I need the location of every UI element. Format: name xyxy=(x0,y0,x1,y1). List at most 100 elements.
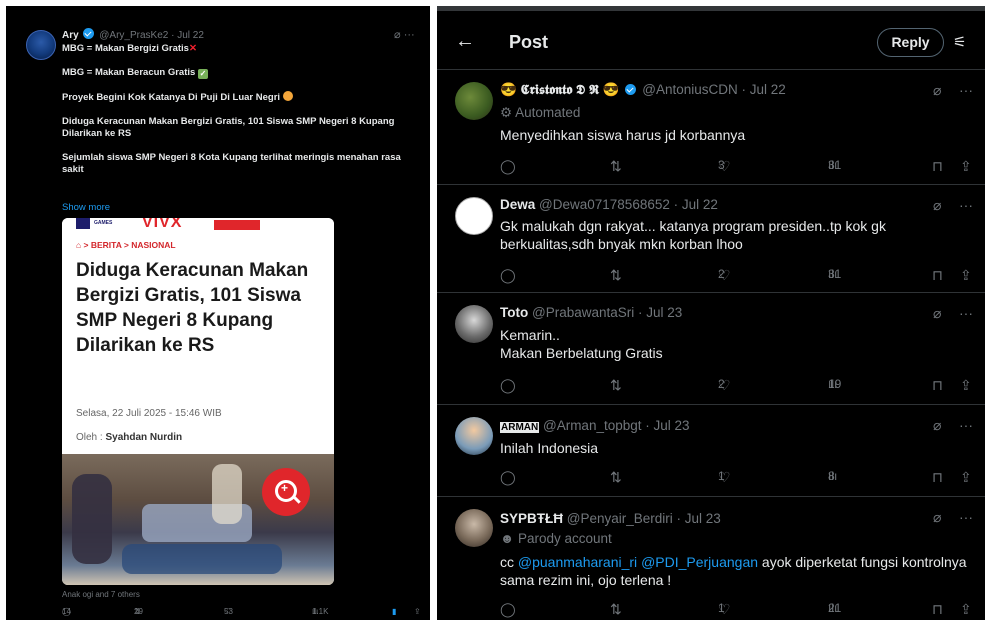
more-icon[interactable]: ··· xyxy=(959,305,973,321)
mention-link[interactable]: @puanmaharani_ri xyxy=(518,554,637,570)
bookmark-icon[interactable]: ⊓ xyxy=(932,469,943,486)
reply-actions: ◯ ⇅ ♡ 1 ılı 21 ⊓ ⇪ xyxy=(500,601,972,618)
reply-actions: ◯ ⇅ ♡ 1 ılı 8 ⊓ ⇪ xyxy=(500,469,972,486)
author-handle[interactable]: @Ary_PrasKe2 · Jul 22 xyxy=(99,30,204,41)
news-banner: GAMES VIVX xyxy=(62,218,334,232)
share-icon[interactable]: ⇪ xyxy=(960,377,972,394)
reply-item[interactable]: ARMAN @Arman_topbgt · Jul 23 ⌀ ··· Inila… xyxy=(437,404,985,496)
check-mark-icon: ✓ xyxy=(197,69,208,79)
grok-icon[interactable]: ⌀ xyxy=(933,197,941,214)
verified-badge-icon xyxy=(625,84,637,95)
display-name[interactable]: ЅΥΡΒŦŁĦ xyxy=(500,511,563,526)
bookmark-icon[interactable]: ⊓ xyxy=(932,267,943,284)
post-line-5: Sejumlah siswa SMP Negeri 8 Kota Kupang … xyxy=(62,152,401,175)
post-header: Ary @Ary_PrasKe2 · Jul 22 xyxy=(62,28,204,41)
avatar[interactable] xyxy=(455,417,493,455)
reply-item[interactable]: 😎 𝕮𝖗𝖎𝖘𝖙𝖔𝖓𝖙𝖔 𝕯 𝕽 😎 @AntoniusCDN · Jul 22 … xyxy=(437,69,985,184)
post-top-actions: ⌀ ··· xyxy=(394,28,415,41)
reply-icon[interactable]: ◯ xyxy=(500,469,516,486)
reply-item[interactable]: Dewa @Dewa07178568652 · Jul 22 ⌀ ··· Gk … xyxy=(437,184,985,292)
repost-icon[interactable]: ⇅ xyxy=(610,267,622,284)
show-more-link[interactable]: Show more xyxy=(62,202,110,213)
avatar[interactable] xyxy=(455,197,493,235)
grok-icon[interactable]: ⌀ xyxy=(933,82,941,99)
reply-text: Kemarin.. Makan Berbelatung Gratis xyxy=(500,327,663,361)
avatar[interactable] xyxy=(455,509,493,547)
share-icon[interactable]: ⇪ xyxy=(960,267,972,284)
brand-logo: VIVX xyxy=(142,218,183,231)
thread-panel: ← Post Reply ⚟ 😎 𝕮𝖗𝖎𝖘𝖙𝖔𝖓𝖙𝖔 𝕯 𝕽 😎 @Antoni… xyxy=(437,6,985,620)
handle[interactable]: @Penyair_Berdiri · Jul 23 xyxy=(567,511,721,526)
repost-icon[interactable]: ⇅ xyxy=(610,469,622,486)
parody-label: Parody account xyxy=(517,531,612,546)
reply-button[interactable]: Reply xyxy=(877,28,944,57)
verified-badge-icon xyxy=(83,28,95,39)
back-arrow-icon[interactable]: ← xyxy=(455,30,475,53)
share-icon[interactable]: ⇪ xyxy=(960,158,972,175)
mention-link[interactable]: @PDI_Perjuangan xyxy=(641,554,758,570)
automated-label: Automated xyxy=(515,105,581,120)
bot-icon: ⚙ xyxy=(500,105,513,120)
reply-text: Inilah Indonesia xyxy=(500,440,599,456)
display-name[interactable]: 😎 𝕮𝖗𝖎𝖘𝖙𝖔𝖓𝖙𝖔 𝕯 𝕽 😎 xyxy=(500,82,620,97)
post-line-1: MBG = Makan Bergizi Gratis xyxy=(62,43,189,54)
bookmark-icon[interactable]: ▮ xyxy=(392,607,396,616)
reply-text: Gk malukah dgn rakyat... katanya program… xyxy=(500,218,886,252)
post-stats: ◯ 14 ⇅ 29 ♡ 53 ılı 1.1K ▮ ⇪ xyxy=(62,607,421,616)
handle[interactable]: @AntoniusCDN · Jul 22 xyxy=(642,82,786,97)
reply-item[interactable]: Toto @PrabawantaSri · Jul 23 ⌀ ··· Kemar… xyxy=(437,292,985,404)
reply-icon[interactable]: ◯ xyxy=(500,601,516,618)
reply-icon[interactable]: ◯ xyxy=(500,377,516,394)
bookmark-icon[interactable]: ⊓ xyxy=(932,158,943,175)
grok-icon[interactable]: ⌀ xyxy=(394,29,401,41)
post-line-4: Diduga Keracunan Makan Bergizi Gratis, 1… xyxy=(62,116,395,139)
brand-games: GAMES xyxy=(94,220,113,226)
bookmark-icon[interactable]: ⊓ xyxy=(932,377,943,394)
cross-mark-icon: ✕ xyxy=(188,43,197,54)
repost-icon[interactable]: ⇅ xyxy=(610,601,622,618)
more-icon[interactable]: ··· xyxy=(959,417,973,433)
grok-icon[interactable]: ⌀ xyxy=(933,417,941,434)
avatar[interactable] xyxy=(455,305,493,343)
article-author: Oleh : Syahdan Nurdin xyxy=(76,432,183,443)
article-headline: Diduga Keracunan Makan Bergizi Gratis, 1… xyxy=(76,260,309,356)
quoted-post-panel: Ary @Ary_PrasKe2 · Jul 22 ⌀ ··· MBG = Ma… xyxy=(6,6,430,620)
author-name[interactable]: Ary xyxy=(62,30,79,41)
share-icon[interactable]: ⇪ xyxy=(960,601,972,618)
handle[interactable]: @PrabawantaSri · Jul 23 xyxy=(532,305,682,320)
news-article-image[interactable]: GAMES VIVX ⌂ > BERITA > NASIONAL Diduga … xyxy=(62,218,334,585)
reply-icon[interactable]: ◯ xyxy=(500,267,516,284)
home-icon: ⌂ xyxy=(76,240,82,250)
grok-icon[interactable]: ⌀ xyxy=(933,305,941,322)
more-icon[interactable]: ··· xyxy=(404,29,415,41)
avatar[interactable] xyxy=(26,30,56,60)
display-name[interactable]: Dewa xyxy=(500,197,535,212)
reply-actions: ◯ ⇅ ♡ 3 ılı 31 ⊓ ⇪ xyxy=(500,158,972,175)
tagged-users[interactable]: Anak ogi and 7 others xyxy=(62,590,140,599)
handle[interactable]: @Arman_topbgt · Jul 23 xyxy=(543,418,690,433)
brand-logo-icon xyxy=(76,218,90,229)
reply-text: Menyedihkan siswa harus jd korbannya xyxy=(500,127,746,143)
repost-icon[interactable]: ⇅ xyxy=(610,377,622,394)
repost-icon[interactable]: ⇅ xyxy=(610,158,622,175)
shrug-emoji-icon xyxy=(282,91,293,101)
more-icon[interactable]: ··· xyxy=(959,82,973,98)
reply-actions: ◯ ⇅ ♡ 2 ılı 31 ⊓ ⇪ xyxy=(500,267,972,284)
article-date: Selasa, 22 Juli 2025 - 15:46 WIB xyxy=(76,408,222,419)
avatar[interactable] xyxy=(455,82,493,120)
zoom-icon[interactable]: + xyxy=(262,468,310,516)
more-icon[interactable]: ··· xyxy=(959,197,973,213)
reply-item[interactable]: ЅΥΡΒŦŁĦ @Penyair_Berdiri · Jul 23 ⌀ ··· … xyxy=(437,496,985,620)
share-icon[interactable]: ⇪ xyxy=(414,607,421,616)
settings-sliders-icon[interactable]: ⚟ xyxy=(953,33,966,51)
display-name[interactable]: ARMAN xyxy=(500,422,540,433)
parody-mask-icon: ☻ xyxy=(500,531,515,546)
grok-icon[interactable]: ⌀ xyxy=(933,509,941,526)
display-name[interactable]: Toto xyxy=(500,305,528,320)
bookmark-icon[interactable]: ⊓ xyxy=(932,601,943,618)
share-icon[interactable]: ⇪ xyxy=(960,469,972,486)
reply-icon[interactable]: ◯ xyxy=(500,158,516,175)
handle[interactable]: @Dewa07178568652 · Jul 22 xyxy=(539,197,718,212)
breadcrumb: ⌂ > BERITA > NASIONAL xyxy=(76,240,176,250)
more-icon[interactable]: ··· xyxy=(959,509,973,525)
